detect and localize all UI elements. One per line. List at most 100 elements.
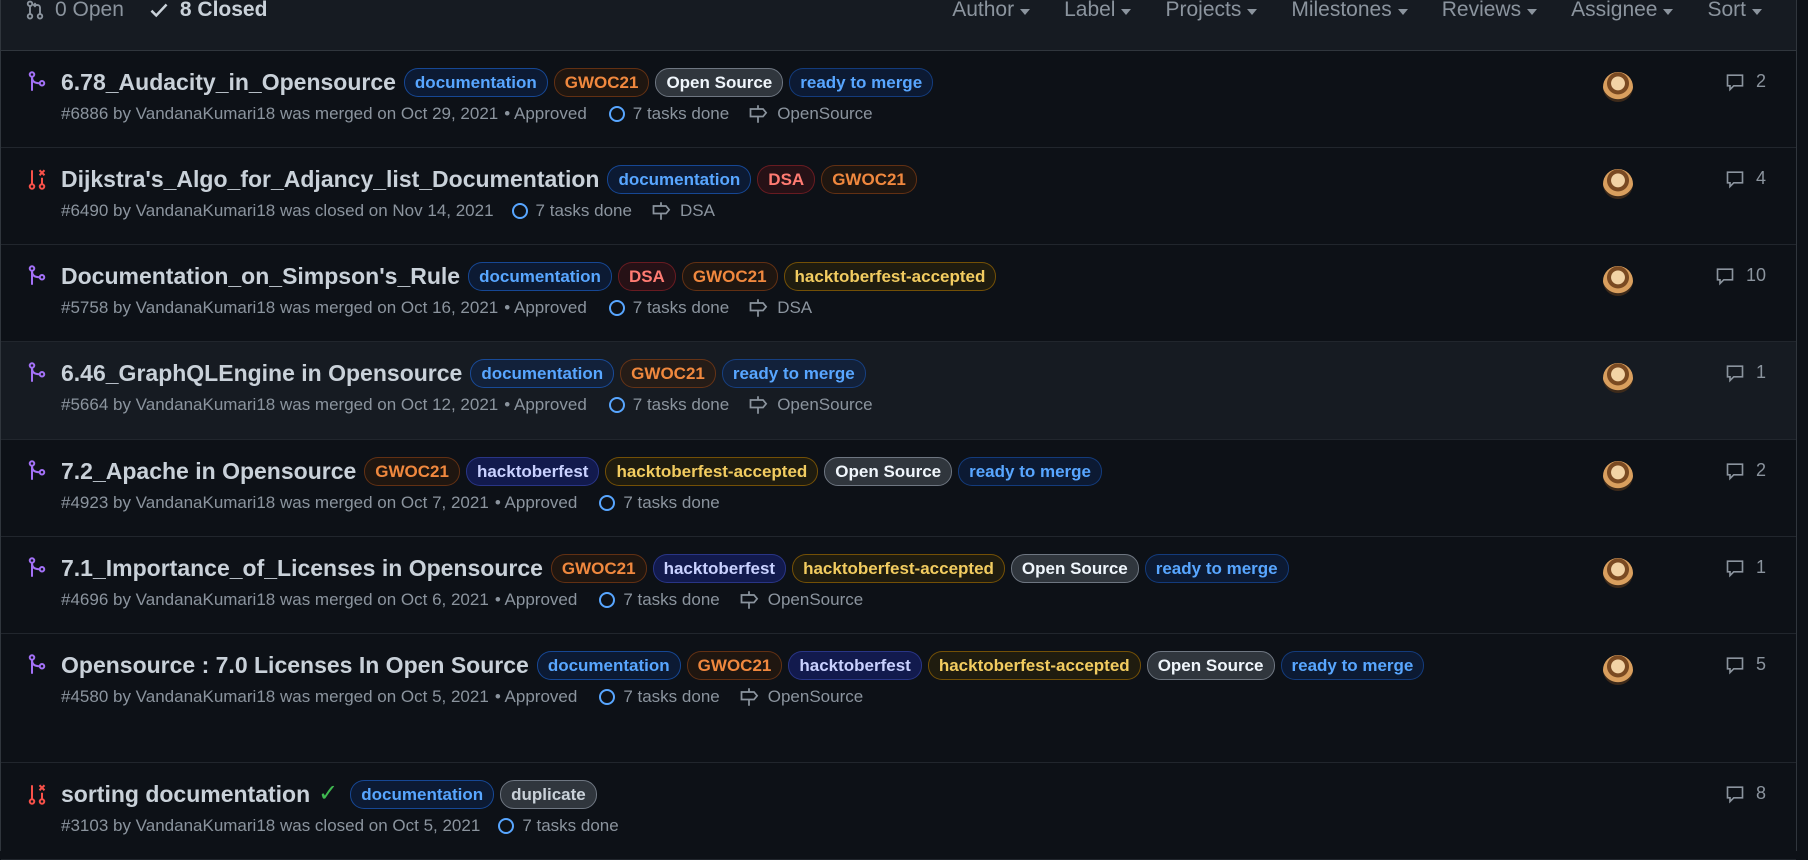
label-documentation[interactable]: documentation [607, 164, 752, 194]
pr-row[interactable]: 6.78_Audacity_in_Opensource documentation… [1, 51, 1796, 148]
label-hacktoberfest-accepted[interactable]: hacktoberfest-accepted [792, 553, 1005, 583]
filter-reviews[interactable]: Reviews [1442, 0, 1538, 22]
comments-link[interactable]: 2 [1724, 71, 1766, 92]
pr-title-link[interactable]: Opensource : 7.0 Licenses In Open Source [61, 648, 529, 682]
milestone-link[interactable]: OpenSource [747, 395, 873, 415]
label-open-source[interactable]: Open Source [655, 67, 784, 97]
pull-request-list: 0 Open 8 Closed Author Label Projects Miles… [0, 0, 1797, 860]
comments-link[interactable]: 4 [1724, 168, 1766, 189]
closed-count-label: 8 Closed [179, 0, 268, 21]
review-status[interactable]: • Approved [495, 687, 578, 707]
filter-label[interactable]: Label [1064, 0, 1132, 22]
label-documentation[interactable]: documentation [536, 650, 681, 680]
comment-icon [1726, 364, 1744, 382]
label-documentation[interactable]: documentation [470, 358, 615, 388]
checks-passed-icon[interactable]: ✓ [318, 777, 338, 811]
label-gwoc21[interactable]: GWOC21 [553, 67, 650, 97]
milestone-link[interactable]: OpenSource [738, 687, 863, 707]
label-duplicate[interactable]: duplicate [500, 779, 597, 809]
label-hacktoberfest-accepted[interactable]: hacktoberfest-accepted [927, 650, 1141, 680]
caret-down-icon [1752, 8, 1762, 15]
label-gwoc21[interactable]: GWOC21 [681, 261, 778, 291]
pr-row[interactable]: Documentation_on_Simpson's_Rule documenta… [1, 245, 1796, 342]
label-documentation[interactable]: documentation [350, 779, 495, 809]
pr-row[interactable]: 6.46_GraphQLEngine in Opensource document… [1, 342, 1796, 440]
label-gwoc21[interactable]: GWOC21 [550, 553, 647, 583]
pr-row[interactable]: 7.1_Importance_of_Licenses in Opensource… [1, 537, 1796, 634]
assignee-avatar[interactable] [1603, 363, 1633, 393]
pr-title-link[interactable]: Documentation_on_Simpson's_Rule [61, 259, 460, 293]
assignee-avatar[interactable] [1603, 558, 1633, 588]
comments-link[interactable]: 10 [1714, 265, 1766, 286]
label-open-source[interactable]: Open Source [1010, 553, 1139, 583]
comments-link[interactable]: 1 [1724, 557, 1766, 578]
milestone-link[interactable]: DSA [650, 201, 715, 221]
label-gwoc21[interactable]: GWOC21 [364, 456, 460, 486]
assignee-avatar[interactable] [1603, 461, 1633, 491]
review-status[interactable]: • Approved [495, 590, 578, 610]
comments-link[interactable]: 1 [1724, 362, 1766, 383]
label-dsa[interactable]: DSA [617, 261, 676, 291]
pr-row[interactable]: 7.2_Apache in Opensource GWOC21 hacktoberf… [1, 440, 1796, 537]
assignee-avatar[interactable] [1603, 72, 1633, 102]
pr-title-link[interactable]: sorting documentation [61, 777, 310, 811]
filter-sort[interactable]: Sort [1707, 0, 1762, 22]
assignee-avatar[interactable] [1603, 655, 1633, 685]
pr-row[interactable]: Opensource : 7.0 Licenses In Open Source… [1, 634, 1796, 763]
pr-title-link[interactable]: 7.2_Apache in Opensource [61, 454, 356, 488]
review-status[interactable]: • Approved [504, 395, 587, 415]
progress-ring-icon [608, 106, 625, 122]
pr-title-link[interactable]: 7.1_Importance_of_Licenses in Opensource [61, 551, 543, 585]
label-ready-to-merge[interactable]: ready to merge [1280, 650, 1425, 680]
label-hacktoberfest-accepted[interactable]: hacktoberfest-accepted [783, 261, 997, 291]
pr-meta: #3103 by VandanaKumari18 was closed on O… [61, 816, 1496, 836]
milestone-link[interactable]: OpenSource [738, 590, 863, 610]
label-gwoc21[interactable]: GWOC21 [686, 650, 783, 680]
label-gwoc21[interactable]: GWOC21 [821, 164, 917, 194]
pr-title-link[interactable]: Dijkstra's_Algo_for_Adjancy_list_Documen… [61, 162, 599, 196]
pr-row[interactable]: Dijkstra's_Algo_for_Adjancy_list_Documen… [1, 148, 1796, 245]
filter-author[interactable]: Author [952, 0, 1031, 22]
label-hacktoberfest[interactable]: hacktoberfest [788, 650, 922, 680]
pr-row[interactable]: sorting documentation ✓ documentation dupli… [1, 763, 1796, 860]
label-hacktoberfest[interactable]: hacktoberfest [652, 553, 787, 583]
filter-projects[interactable]: Projects [1165, 0, 1258, 22]
merged-icon [28, 265, 46, 285]
review-status[interactable]: • Approved [504, 104, 587, 124]
pr-meta: #4580 by VandanaKumari18 was merged on O… [61, 687, 1496, 707]
open-filter-link[interactable]: 0 Open [25, 0, 124, 22]
label-open-source[interactable]: Open Source [1146, 650, 1275, 680]
label-hacktoberfest[interactable]: hacktoberfest [465, 456, 600, 486]
label-gwoc21[interactable]: GWOC21 [620, 358, 716, 388]
filter-bar: Author Label Projects Milestones Reviews Assi… [952, 0, 1796, 22]
comments-link[interactable]: 5 [1724, 654, 1766, 675]
comments-link[interactable]: 2 [1724, 460, 1766, 481]
assignee-avatar[interactable] [1603, 169, 1633, 199]
closed-filter-link[interactable]: 8 Closed [148, 0, 268, 22]
label-documentation[interactable]: documentation [403, 67, 548, 97]
label-ready-to-merge[interactable]: ready to merge [721, 358, 866, 388]
label-documentation[interactable]: documentation [468, 261, 612, 291]
milestone-icon [740, 591, 758, 609]
label-ready-to-merge[interactable]: ready to merge [958, 456, 1102, 486]
review-status[interactable]: • Approved [495, 493, 578, 513]
filter-label: Author [952, 0, 1015, 21]
review-status[interactable]: • Approved [504, 298, 587, 318]
caret-down-icon [1663, 8, 1674, 15]
label-dsa[interactable]: DSA [757, 164, 816, 194]
pr-title-link[interactable]: 6.78_Audacity_in_Opensource [61, 65, 396, 99]
label-ready-to-merge[interactable]: ready to merge [789, 67, 934, 97]
label-ready-to-merge[interactable]: ready to merge [1144, 553, 1289, 583]
comment-count: 8 [1755, 783, 1766, 803]
filter-assignee[interactable]: Assignee [1571, 0, 1674, 22]
label-open-source[interactable]: Open Source [824, 456, 953, 486]
label-hacktoberfest-accepted[interactable]: hacktoberfest-accepted [605, 456, 819, 486]
milestone-link[interactable]: DSA [747, 298, 812, 318]
pr-rows: 6.78_Audacity_in_Opensource documentation… [1, 51, 1796, 860]
comments-link[interactable]: 8 [1724, 783, 1766, 804]
filter-milestones[interactable]: Milestones [1291, 0, 1408, 22]
comment-count: 2 [1755, 71, 1766, 91]
pr-title-link[interactable]: 6.46_GraphQLEngine in Opensource [61, 356, 462, 390]
assignee-avatar[interactable] [1603, 266, 1633, 296]
milestone-link[interactable]: OpenSource [747, 104, 873, 124]
